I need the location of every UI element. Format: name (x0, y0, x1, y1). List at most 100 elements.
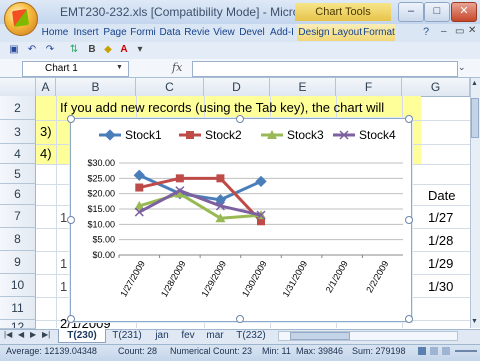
row-header-10[interactable]: 10 (0, 274, 36, 297)
sheet-tab-jan[interactable]: jan (150, 329, 174, 342)
legend-marker (186, 131, 194, 139)
expand-formula-icon[interactable]: ⌄ (458, 62, 466, 73)
resize-handle-bottom-left[interactable] (67, 315, 75, 323)
x-tick-label: 2/2/2009 (364, 259, 390, 294)
status-count: Count: 28 (118, 346, 158, 356)
resize-handle-bottom[interactable] (236, 315, 244, 323)
next-sheet-icon[interactable]: ▶ (30, 330, 36, 339)
tab-review[interactable]: Revie (184, 24, 210, 41)
sheet-tab-mar[interactable]: mar (202, 329, 228, 342)
data-point (255, 175, 267, 188)
normal-view-icon[interactable] (418, 347, 426, 355)
sort-icon[interactable]: ⇅ (68, 44, 80, 56)
row-header-12[interactable]: 12 (0, 320, 36, 329)
resize-handle-top-right[interactable] (405, 115, 413, 123)
page-break-view-icon[interactable] (442, 347, 450, 355)
redo-icon[interactable]: ↷ (44, 44, 56, 56)
column-header-f[interactable]: F (336, 78, 402, 96)
resize-handle-bottom-right[interactable] (405, 315, 413, 323)
resize-handle-top[interactable] (236, 115, 244, 123)
data-point (135, 183, 144, 192)
legend-marker (104, 129, 116, 141)
sheet-tab-fev[interactable]: fev (176, 329, 200, 342)
cell-g7[interactable]: 1/27 (428, 210, 453, 225)
sheet-tab-t230[interactable]: T(230) (58, 329, 106, 343)
ribbon-restore-icon[interactable]: ▭ (455, 26, 464, 37)
column-header-g[interactable]: G (402, 78, 470, 96)
tab-page[interactable]: Page (102, 24, 128, 41)
status-max: Max: 39846 (296, 346, 344, 356)
scroll-up-icon[interactable]: ▲ (471, 80, 478, 87)
office-button[interactable] (4, 2, 38, 36)
cell-a4[interactable]: 4) (40, 146, 52, 161)
maximize-button[interactable]: □ (424, 2, 450, 22)
last-sheet-icon[interactable]: ▶| (42, 330, 50, 339)
resize-handle-top-left[interactable] (67, 115, 75, 123)
column-header-b[interactable]: B (56, 78, 136, 96)
cell-b10[interactable]: 1 (60, 279, 67, 294)
column-header-e[interactable]: E (270, 78, 336, 96)
row-header-3[interactable]: 3 (0, 120, 36, 144)
font-color-icon[interactable]: A (118, 44, 130, 56)
resize-handle-right[interactable] (405, 216, 413, 224)
name-box-dropdown-icon[interactable]: ▼ (116, 64, 123, 71)
tab-home[interactable]: Home (40, 24, 70, 41)
chart-area[interactable]: $0.00 $5.00 $10.00 $15.00 $20.00 $25.00 $30.00… (67, 115, 413, 323)
customize-qat-icon[interactable]: ▾ (134, 44, 146, 56)
undo-icon[interactable]: ↶ (26, 44, 38, 56)
row-header-4[interactable]: 4 (0, 144, 36, 164)
tab-format[interactable]: Format (363, 24, 395, 41)
close-button[interactable]: ✕ (451, 2, 477, 22)
select-all-corner[interactable] (0, 78, 36, 96)
cell-row2-text[interactable]: If you add new records (using the Tab ke… (60, 100, 420, 115)
sheet-tab-t232[interactable]: T(232) (230, 329, 272, 342)
formula-input[interactable] (192, 61, 458, 77)
zoom-slider[interactable] (455, 350, 477, 352)
cell-g10[interactable]: 1/30 (428, 279, 453, 294)
resize-handle-left[interactable] (67, 216, 75, 224)
row-header-2[interactable]: 2 (0, 96, 36, 120)
row-header-8[interactable]: 8 (0, 228, 36, 251)
x-tick-label: 1/29/2009 (199, 259, 228, 299)
column-header-c[interactable]: C (136, 78, 204, 96)
prev-sheet-icon[interactable]: ◀ (18, 330, 24, 339)
cell-b7[interactable]: 1 (60, 210, 67, 225)
column-header-d[interactable]: D (204, 78, 270, 96)
help-icon[interactable]: ? (423, 26, 429, 38)
scrollbar-thumb[interactable] (471, 98, 479, 138)
cell-b9[interactable]: 1 (60, 256, 67, 271)
tab-formulas[interactable]: Formi (130, 24, 156, 41)
tab-view[interactable]: View (212, 24, 236, 41)
save-icon[interactable]: ▣ (8, 44, 20, 56)
scroll-down-icon[interactable]: ▼ (471, 318, 478, 325)
ribbon-close-icon[interactable]: ✕ (468, 25, 476, 36)
tab-insert[interactable]: Insert (72, 24, 100, 41)
ribbon-minimize-icon[interactable]: – (441, 26, 447, 37)
tab-layout[interactable]: Layout (331, 24, 363, 41)
name-box[interactable]: Chart 1 (22, 61, 129, 77)
horizontal-scrollbar-thumb[interactable] (290, 332, 350, 340)
row-header-7[interactable]: 7 (0, 205, 36, 228)
row-header-9[interactable]: 9 (0, 251, 36, 274)
tab-data[interactable]: Data (158, 24, 182, 41)
cell-g6[interactable]: Date (428, 188, 455, 203)
insert-function-icon[interactable]: fx (172, 61, 182, 74)
minimize-button[interactable]: – (398, 2, 424, 22)
cell-a3[interactable]: 3) (40, 124, 52, 139)
tab-developer[interactable]: Devel (238, 24, 266, 41)
bold-icon[interactable]: B (86, 44, 98, 56)
tab-add-ins[interactable]: Add-I (268, 24, 296, 41)
cell-g9[interactable]: 1/29 (428, 256, 453, 271)
first-sheet-icon[interactable]: |◀ (4, 330, 12, 339)
tab-design[interactable]: Design (297, 24, 331, 41)
column-header-a[interactable]: A (36, 78, 56, 96)
fill-color-icon[interactable]: ◆ (102, 44, 114, 56)
row-header-5[interactable]: 5 (0, 164, 36, 184)
page-layout-view-icon[interactable] (430, 347, 438, 355)
cell-g8[interactable]: 1/28 (428, 233, 453, 248)
row-header-11[interactable]: 11 (0, 297, 36, 320)
legend-label: Stock3 (287, 128, 324, 142)
y-tick-label: $25.00 (87, 173, 115, 183)
sheet-tab-t231[interactable]: T(231) (106, 329, 148, 342)
row-header-6[interactable]: 6 (0, 184, 36, 205)
